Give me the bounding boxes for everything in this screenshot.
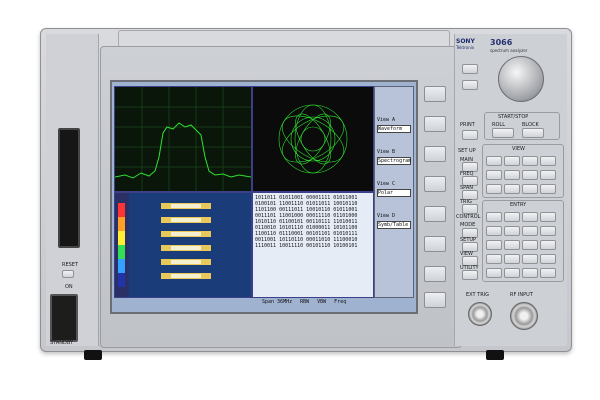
view-key[interactable] bbox=[522, 170, 538, 180]
view-a-select[interactable]: Waveform bbox=[377, 125, 411, 133]
spectrum-view bbox=[114, 86, 252, 192]
panel-key-1[interactable] bbox=[462, 64, 478, 74]
on-label: ON bbox=[65, 284, 73, 290]
status-span: Span 36MHz bbox=[262, 299, 293, 305]
softkey-5[interactable] bbox=[424, 206, 446, 222]
constellation-plot bbox=[278, 104, 348, 174]
panel-key-2[interactable] bbox=[462, 80, 478, 90]
softkey-1[interactable] bbox=[424, 86, 446, 102]
softkey-8[interactable] bbox=[424, 292, 446, 308]
view-d-label: View D bbox=[377, 213, 396, 219]
entry-key[interactable] bbox=[540, 212, 556, 222]
view-a-label: View A bbox=[377, 117, 396, 123]
status-freq: Freq bbox=[334, 299, 347, 305]
view-c-select[interactable]: Polar bbox=[377, 189, 411, 197]
view-key[interactable] bbox=[504, 184, 520, 194]
ext-trig-label: EXT TRIG bbox=[466, 292, 490, 298]
entry-key[interactable] bbox=[504, 212, 520, 222]
view-c-label: View C bbox=[377, 181, 396, 187]
status-bar: Span 36MHz RBW VBW Freq bbox=[262, 299, 412, 305]
view-key[interactable] bbox=[504, 156, 520, 166]
foot-left bbox=[84, 350, 102, 360]
softkey-column bbox=[424, 80, 446, 310]
view-key[interactable] bbox=[522, 184, 538, 194]
entry-key[interactable] bbox=[486, 212, 502, 222]
print-label: PRINT bbox=[460, 122, 475, 128]
softkey-3[interactable] bbox=[424, 146, 446, 162]
rotary-knob[interactable] bbox=[498, 56, 544, 102]
standby-label: STANDBY bbox=[50, 340, 74, 346]
entry-key[interactable] bbox=[486, 268, 502, 278]
entry-key[interactable] bbox=[504, 226, 520, 236]
view-b-select[interactable]: Spectrogram bbox=[377, 157, 411, 165]
constellation-view bbox=[252, 86, 374, 192]
block-button[interactable] bbox=[522, 128, 544, 138]
entry-key[interactable] bbox=[540, 226, 556, 236]
entry-key[interactable] bbox=[486, 240, 502, 250]
foot-right bbox=[486, 350, 504, 360]
softkey-7[interactable] bbox=[424, 266, 446, 282]
view-menu: View A Waveform View B Spectrogram View … bbox=[374, 86, 414, 298]
entry-key[interactable] bbox=[522, 226, 538, 236]
control-utility-button[interactable] bbox=[462, 270, 478, 280]
entry-key[interactable] bbox=[504, 254, 520, 264]
softkey-4[interactable] bbox=[424, 176, 446, 192]
reset-button[interactable] bbox=[62, 270, 74, 278]
view-key[interactable] bbox=[486, 184, 502, 194]
status-rbw: RBW bbox=[300, 299, 310, 305]
display-screen: 1011011 01011001 00001111 01011001 01001… bbox=[110, 80, 418, 314]
entry-key[interactable] bbox=[540, 254, 556, 264]
brand-tektronix: Tektronix bbox=[456, 45, 475, 50]
entry-key[interactable] bbox=[504, 240, 520, 250]
symbol-table-view: 1011011 01011001 00001111 01011001 01001… bbox=[252, 192, 374, 298]
ext-trig-connector[interactable] bbox=[468, 302, 492, 326]
model-subtitle: spectrum analyzer bbox=[490, 48, 528, 53]
view-b-label: View B bbox=[377, 149, 396, 155]
view-key[interactable] bbox=[486, 156, 502, 166]
view-key[interactable] bbox=[504, 170, 520, 180]
entry-key[interactable] bbox=[540, 240, 556, 250]
view-key[interactable] bbox=[486, 170, 502, 180]
reset-label: RESET bbox=[62, 262, 79, 268]
entry-key[interactable] bbox=[522, 254, 538, 264]
entry-key[interactable] bbox=[540, 268, 556, 278]
view-keys-label: VIEW bbox=[512, 146, 525, 152]
control-label: CONTROL bbox=[456, 214, 481, 220]
entry-key[interactable] bbox=[486, 254, 502, 264]
entry-key[interactable] bbox=[504, 268, 520, 278]
softkey-2[interactable] bbox=[424, 116, 446, 132]
view-key[interactable] bbox=[540, 170, 556, 180]
setup-label: SET UP bbox=[458, 148, 476, 154]
spectrogram-plot bbox=[115, 193, 211, 297]
brand-logo: SONY Tektronix bbox=[456, 38, 486, 50]
entry-label: ENTRY bbox=[510, 202, 527, 208]
spectrogram-view bbox=[114, 192, 252, 298]
setup-trig-button[interactable] bbox=[462, 204, 478, 214]
entry-key[interactable] bbox=[522, 268, 538, 278]
view-d-select[interactable]: Symb/Table bbox=[377, 221, 411, 229]
rf-input-label: RF INPUT bbox=[510, 292, 533, 298]
status-vbw: VBW bbox=[317, 299, 327, 305]
disk-slot bbox=[58, 128, 80, 248]
model-number: 3066 bbox=[490, 38, 513, 47]
entry-key[interactable] bbox=[522, 212, 538, 222]
spectrum-plot bbox=[115, 87, 251, 191]
roll-button[interactable] bbox=[492, 128, 514, 138]
view-key[interactable] bbox=[522, 156, 538, 166]
entry-key[interactable] bbox=[486, 226, 502, 236]
view-key[interactable] bbox=[540, 184, 556, 194]
rf-input-connector[interactable] bbox=[510, 302, 538, 330]
print-button[interactable] bbox=[462, 130, 478, 140]
entry-key[interactable] bbox=[522, 240, 538, 250]
view-key[interactable] bbox=[540, 156, 556, 166]
table-row: 1110011 10011110 00101110 10100101 bbox=[255, 243, 358, 249]
softkey-6[interactable] bbox=[424, 236, 446, 252]
start-stop-label: START/STOP bbox=[498, 114, 529, 120]
power-switch[interactable] bbox=[50, 294, 78, 342]
brand-sony: SONY bbox=[456, 38, 475, 45]
